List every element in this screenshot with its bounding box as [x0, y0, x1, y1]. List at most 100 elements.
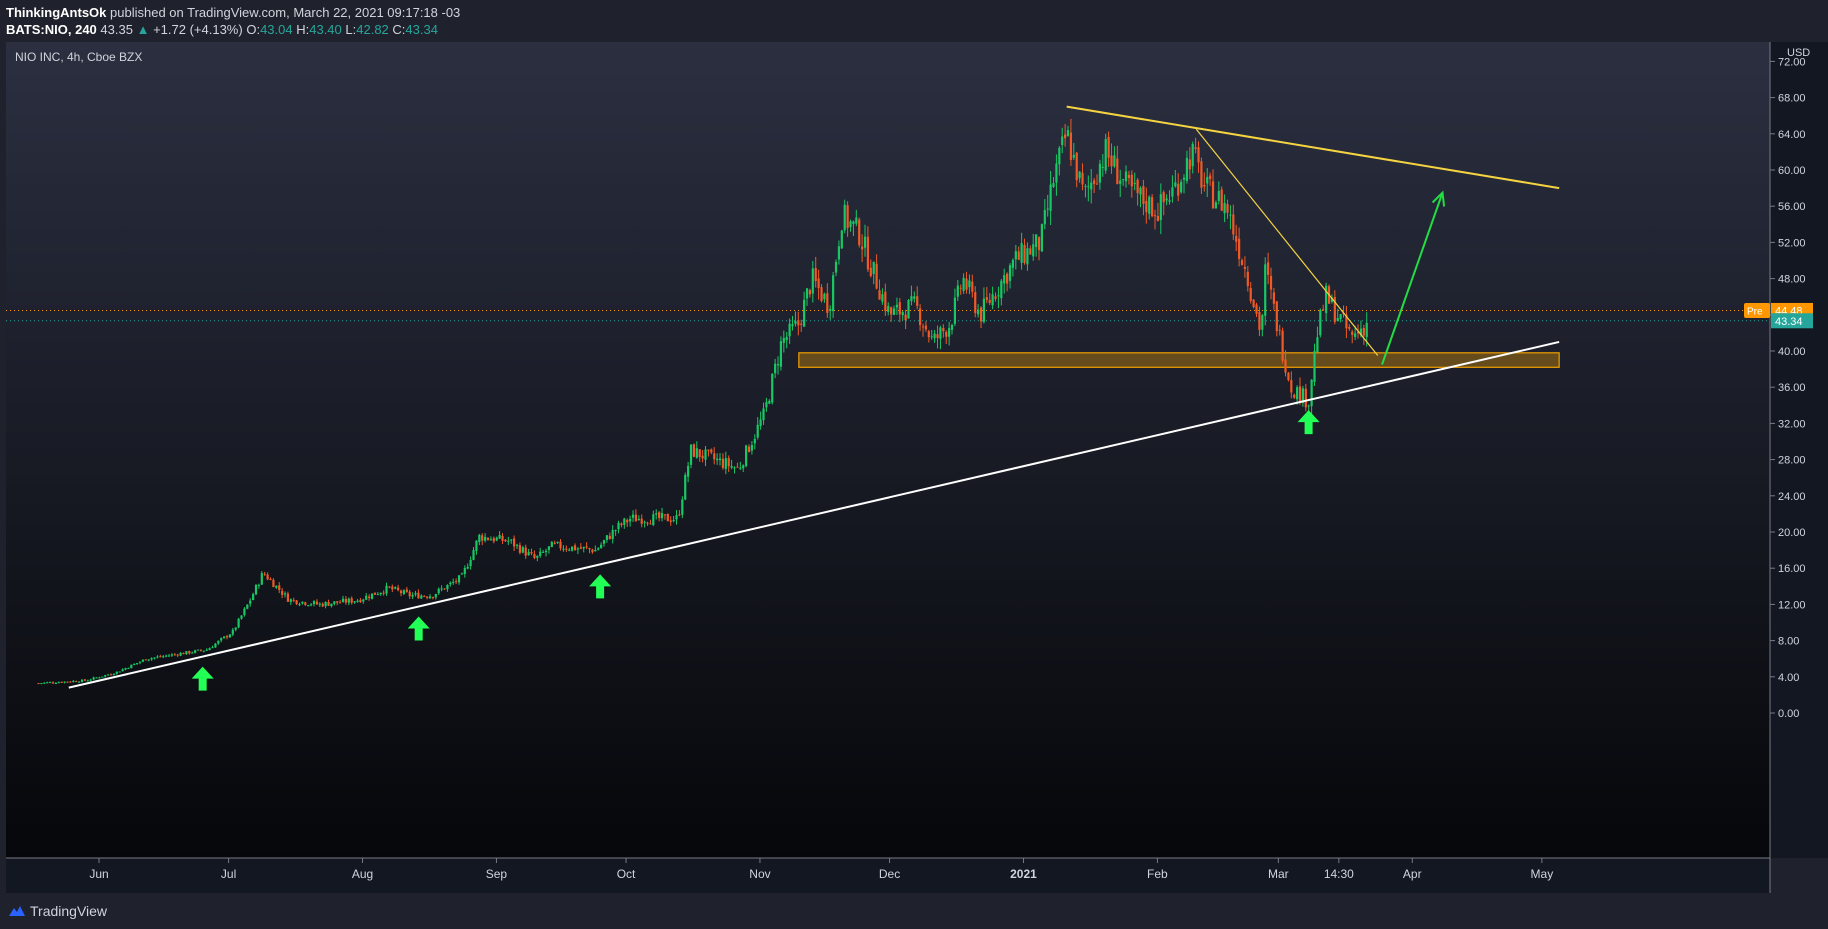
candle-body-up — [54, 682, 58, 684]
candle-body-up — [629, 518, 632, 522]
candle-body-up — [437, 588, 440, 594]
candle-body-down — [942, 328, 945, 332]
candle-body-up — [716, 458, 719, 461]
ohlc-summary: BATS:NIO, 240 43.35 ▲ +1.72 (+4.13%) O:4… — [6, 22, 438, 37]
candle-body-down — [1136, 179, 1139, 194]
candle-body-down — [565, 548, 568, 550]
candle-body-up — [121, 669, 124, 672]
candle-body-down — [182, 653, 185, 655]
candle-body-down — [646, 522, 649, 524]
candle-body-up — [118, 671, 121, 673]
candle-body-up — [420, 595, 423, 599]
candle-body-up — [101, 676, 104, 678]
candle-body-up — [913, 296, 916, 299]
x-tick-label: Sep — [486, 867, 508, 881]
candle-body-down — [736, 466, 739, 468]
candle-body-up — [704, 449, 707, 460]
candle-body-down — [1255, 304, 1258, 314]
candle-body-up — [150, 658, 153, 660]
candle-body-up — [330, 603, 333, 607]
x-tick-label: Dec — [879, 867, 900, 881]
author-name[interactable]: ThinkingAntsOk — [6, 5, 106, 20]
candle-body-up — [733, 467, 736, 469]
candle-body-up — [930, 336, 933, 338]
candle-body-down — [405, 589, 408, 593]
candle-body-up — [1316, 337, 1319, 353]
candle-body-down — [878, 290, 881, 300]
candle-body-up — [542, 551, 545, 553]
candle-body-down — [898, 302, 901, 315]
candle-body-up — [602, 540, 606, 544]
candle-body-up — [776, 364, 780, 366]
symbol-label: BATS:NIO, 240 — [6, 22, 97, 37]
candle-body-up — [472, 550, 475, 560]
candle-body-up — [301, 601, 304, 604]
candle-body-down — [1281, 330, 1284, 361]
candle-body-up — [507, 540, 510, 542]
change-up-icon: ▲ — [136, 22, 150, 37]
candle-body-down — [426, 596, 429, 598]
candle-body-down — [60, 681, 63, 683]
candle-body-up — [452, 581, 455, 583]
candle-body-up — [794, 320, 797, 324]
y-tick-label: 48.00 — [1778, 274, 1806, 286]
candle-body-up — [124, 668, 127, 670]
x-tick-label: May — [1531, 867, 1554, 881]
candle-body-up — [1026, 248, 1029, 265]
candle-body-up — [843, 204, 846, 231]
candle-body-down — [292, 599, 295, 601]
candle-body-up — [356, 600, 359, 602]
candle-body-up — [1165, 198, 1168, 201]
candle-body-down — [698, 449, 701, 457]
candle-body-down — [281, 590, 284, 595]
published-text: published on TradingView.com, March 22, … — [110, 5, 461, 20]
candle-body-down — [1127, 174, 1131, 178]
candle-body-up — [939, 327, 942, 339]
close-value: 43.34 — [405, 22, 438, 37]
tradingview-logo-icon — [9, 906, 25, 916]
candle-body-up — [527, 552, 530, 556]
tradingview-brand[interactable]: TradingView — [8, 903, 107, 919]
candle-body-up — [660, 513, 664, 519]
candle-body-up — [1223, 203, 1226, 214]
candle-body-down — [591, 549, 594, 553]
candle-body-up — [1214, 202, 1218, 209]
candle-body-down — [692, 444, 696, 457]
candle-body-up — [643, 521, 646, 523]
x-tick-label: Jun — [89, 867, 108, 881]
candle-body-up — [298, 604, 301, 606]
candle-body-up — [1354, 333, 1357, 337]
candle-body-down — [1200, 161, 1203, 188]
candle-body-down — [1006, 273, 1009, 284]
candle-body-down — [884, 291, 887, 311]
candle-body-up — [283, 593, 287, 595]
candle-body-up — [402, 590, 406, 594]
candle-body-up — [1046, 208, 1049, 210]
price-chart[interactable]: NIO INC, 4h, Cboe BZX USD 72.0068.0064.0… — [0, 42, 1828, 893]
candle-body-up — [1011, 259, 1015, 268]
candle-body-up — [1206, 176, 1209, 184]
candle-body-up — [240, 615, 243, 619]
y-tick-label: 52.00 — [1778, 237, 1806, 249]
candle-body-up — [1014, 251, 1017, 260]
candle-body-up — [684, 474, 687, 500]
y-tick-label: 12.00 — [1778, 599, 1806, 611]
candle-body-up — [681, 499, 684, 515]
candle-body-down — [959, 287, 962, 289]
x-tick-label: Aug — [352, 867, 373, 881]
candle-body-down — [1081, 172, 1084, 185]
y-tick-label: 16.00 — [1778, 563, 1806, 575]
candle-body-down — [1142, 186, 1145, 205]
candle-body-down — [1293, 394, 1296, 398]
candle-body-up — [1078, 171, 1081, 179]
candle-body-up — [689, 444, 693, 465]
candle-body-down — [649, 523, 652, 525]
candle-body-down — [1017, 251, 1020, 260]
candle-body-up — [907, 300, 910, 319]
candle-body-down — [1258, 312, 1261, 330]
candle-body-up — [536, 555, 539, 558]
candle-body-down — [669, 520, 672, 523]
candle-body-down — [173, 654, 176, 656]
candle-body-up — [655, 513, 658, 515]
candle-body-down — [1203, 185, 1206, 187]
